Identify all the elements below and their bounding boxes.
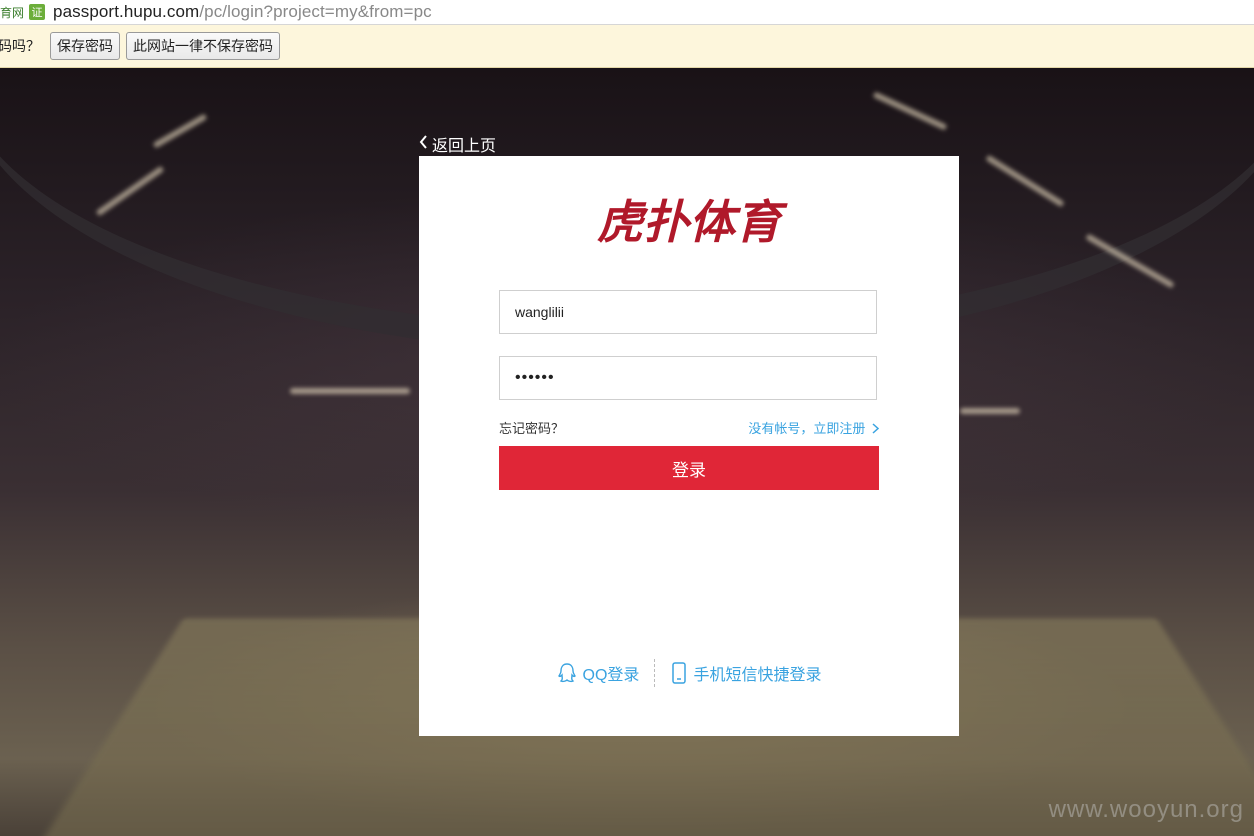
sms-login-label: 手机短信快捷登录 <box>693 667 822 684</box>
url-path: /pc/login?project=my&from=pc <box>199 2 432 21</box>
stadium-light <box>960 408 1020 414</box>
hupu-logo: 虎扑体育 <box>597 196 788 248</box>
mobile-phone-icon <box>672 662 687 684</box>
save-password-bar: 码吗？ 保存密码 此网站一律不保存密码 <box>0 25 1254 68</box>
register-link[interactable]: 没有帐号，立即注册 <box>748 418 880 437</box>
watermark: www.wooyun.org <box>1048 796 1244 823</box>
register-link-label: 没有帐号，立即注册 <box>748 421 866 436</box>
site-tag: 育网 <box>0 5 25 20</box>
login-card: 虎扑体育 忘记密码？ 没有帐号，立即注册 登录 QQ登录 手机短信快捷登录 <box>419 156 959 736</box>
login-button[interactable]: 登录 <box>499 446 879 490</box>
qq-login-label: QQ登录 <box>582 667 640 684</box>
address-bar[interactable]: 育网 证 passport.hupu.com/pc/login?project=… <box>0 0 1254 25</box>
chevron-right-icon <box>872 423 880 434</box>
back-link-label: 返回上页 <box>432 138 497 155</box>
sms-login-link[interactable]: 手机短信快捷登录 <box>671 661 821 685</box>
alternate-login: QQ登录 手机短信快捷登录 <box>419 656 959 690</box>
back-link[interactable]: 返回上页 <box>419 132 496 156</box>
never-save-password-button[interactable]: 此网站一律不保存密码 <box>126 32 280 60</box>
stadium-light <box>290 388 410 394</box>
forgot-password-link[interactable]: 忘记密码？ <box>499 418 564 437</box>
url-host: passport.hupu.com <box>53 2 200 21</box>
save-password-question: 码吗？ <box>0 38 40 54</box>
logo-text: 虎扑体育 <box>597 196 788 248</box>
qq-login-link[interactable]: QQ登录 <box>557 661 640 685</box>
username-input[interactable] <box>499 290 877 334</box>
password-input[interactable] <box>499 356 877 400</box>
divider <box>654 659 656 687</box>
chevron-left-icon <box>419 134 428 154</box>
qq-icon <box>557 663 576 683</box>
save-password-button[interactable]: 保存密码 <box>50 32 120 60</box>
url-text[interactable]: passport.hupu.com/pc/login?project=my&fr… <box>53 2 432 22</box>
certificate-icon[interactable]: 证 <box>29 4 46 20</box>
